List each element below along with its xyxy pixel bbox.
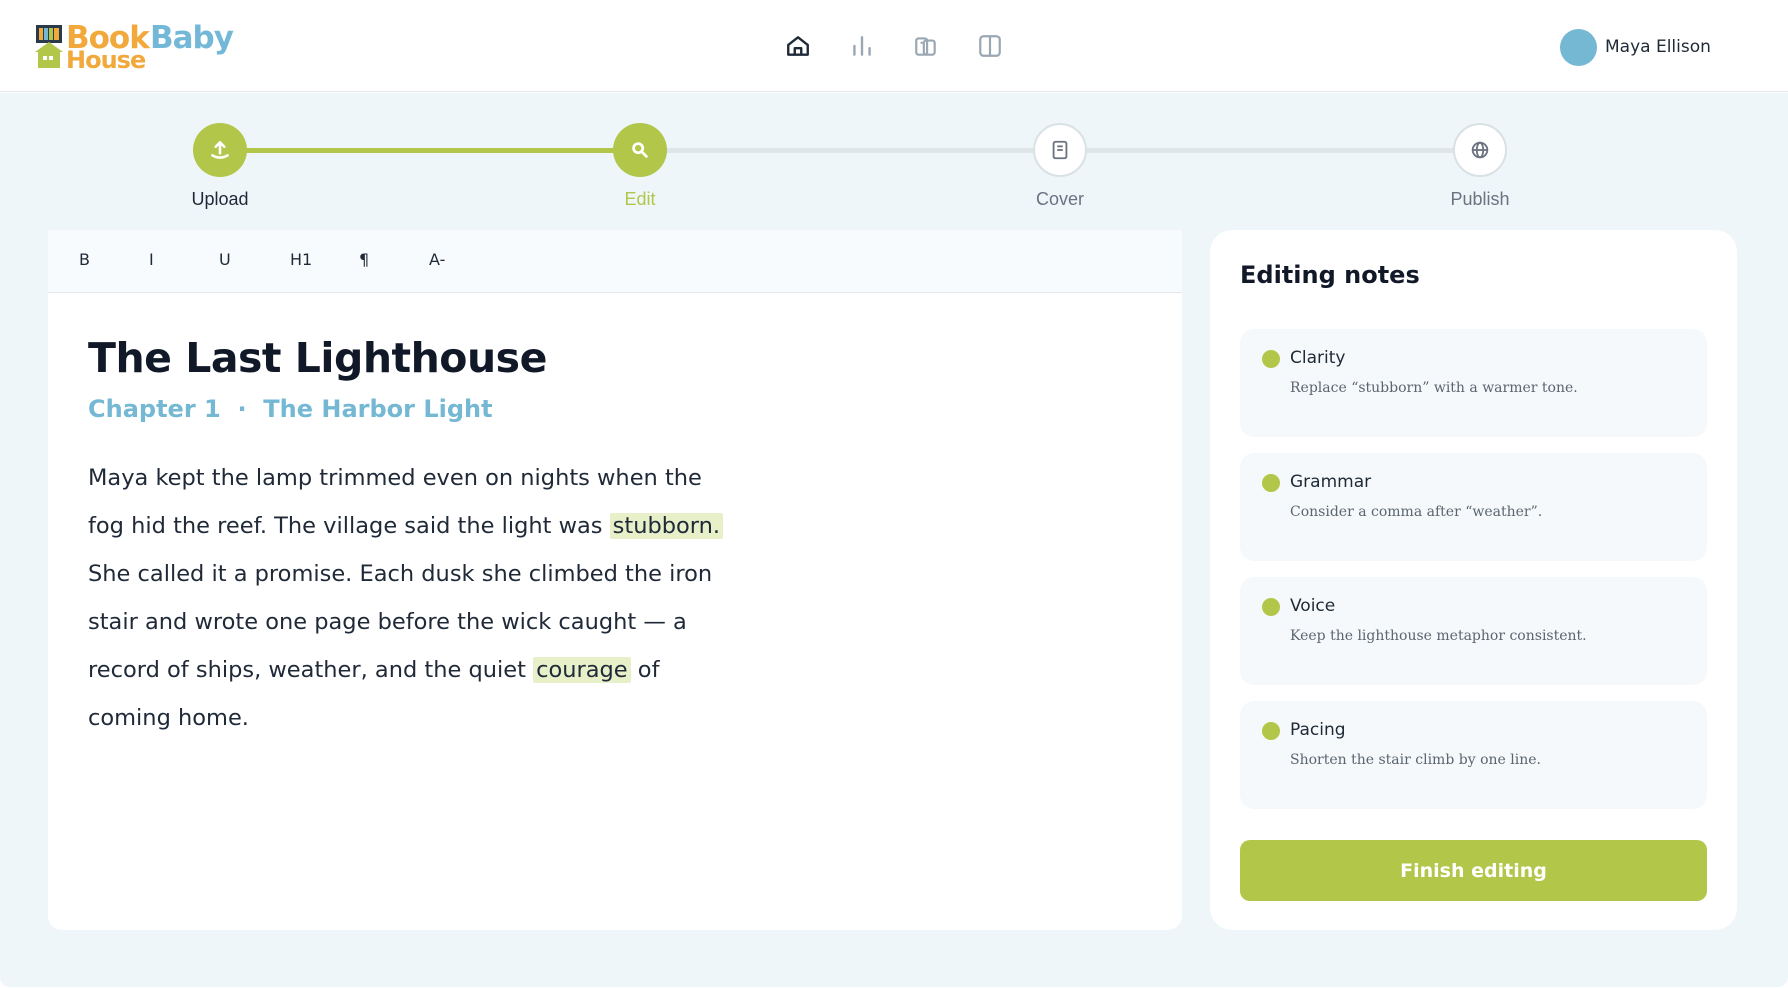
nav-library-button[interactable] xyxy=(908,28,944,64)
search-icon xyxy=(632,142,648,158)
note-status-dot xyxy=(1262,722,1280,740)
chapter-separator: · xyxy=(237,395,247,423)
logo-word-house: House xyxy=(66,46,146,74)
font-smaller-button[interactable]: A- xyxy=(429,250,445,269)
finish-editing-button[interactable]: Finish editing xyxy=(1240,840,1707,901)
main-nav xyxy=(780,28,1008,64)
heading-button[interactable]: H1 xyxy=(290,250,312,269)
note-text: Shorten the stair climb by one line. xyxy=(1290,752,1541,768)
note-category: Clarity xyxy=(1290,348,1346,368)
nav-home-button[interactable] xyxy=(780,28,816,64)
book-open-icon xyxy=(979,35,1001,57)
user-menu[interactable]: Maya Ellison xyxy=(1560,28,1711,66)
notes-title: Editing notes xyxy=(1240,261,1420,289)
app-header: Book Baby House Maya Ellison xyxy=(0,0,1788,92)
chapter-number: Chapter 1 xyxy=(88,395,221,423)
step-upload[interactable] xyxy=(193,123,247,177)
note-card-grammar[interactable]: Grammar Consider a comma after “weather”… xyxy=(1240,453,1707,561)
user-name: Maya Ellison xyxy=(1605,37,1711,57)
note-card-clarity[interactable]: Clarity Replace “stubborn” with a warmer… xyxy=(1240,329,1707,437)
chapter-name: The Harbor Light xyxy=(263,395,493,423)
note-card-voice[interactable]: Voice Keep the lighthouse metaphor consi… xyxy=(1240,577,1707,685)
home-icon xyxy=(787,36,809,56)
note-category: Grammar xyxy=(1290,472,1372,492)
editor-card: B I U H1 ¶ A- The Last Lighthouse Chapte… xyxy=(48,230,1182,930)
document-title[interactable]: The Last Lighthouse xyxy=(88,334,547,382)
logo-house-icon xyxy=(35,25,63,68)
chapter-heading[interactable]: Chapter 1 · The Harbor Light xyxy=(88,395,493,423)
step-label-publish: Publish xyxy=(1450,189,1510,209)
highlight-courage[interactable]: courage xyxy=(533,657,631,683)
step-cover[interactable] xyxy=(1033,123,1087,177)
step-edit[interactable] xyxy=(613,123,667,177)
note-text: Consider a comma after “weather”. xyxy=(1290,504,1543,520)
nav-stats-button[interactable] xyxy=(844,28,880,64)
stepper-track-complete xyxy=(220,148,640,153)
note-text: Replace “stubborn” with a warmer tone. xyxy=(1290,380,1578,396)
step-label-cover: Cover xyxy=(1035,189,1084,209)
bar-chart-icon xyxy=(853,36,871,56)
document-body[interactable]: Maya kept the lamp trimmed even on night… xyxy=(88,454,738,742)
logo-word-baby: Baby xyxy=(150,20,234,56)
step-label-edit: Edit xyxy=(624,189,656,209)
note-status-dot xyxy=(1262,598,1280,616)
document-icon xyxy=(1052,140,1068,160)
italic-button[interactable]: I xyxy=(149,250,154,269)
paragraph-button[interactable]: ¶ xyxy=(359,250,369,269)
note-status-dot xyxy=(1262,350,1280,368)
nav-reader-button[interactable] xyxy=(972,28,1008,64)
note-category: Voice xyxy=(1290,596,1336,616)
note-status-dot xyxy=(1262,474,1280,492)
note-card-pacing[interactable]: Pacing Shorten the stair climb by one li… xyxy=(1240,701,1707,809)
note-category: Pacing xyxy=(1290,720,1346,740)
format-toolbar: B I U H1 ¶ A- xyxy=(48,230,1182,293)
step-label-upload: Upload xyxy=(191,189,249,209)
highlight-stubborn[interactable]: stubborn. xyxy=(609,513,724,539)
avatar[interactable] xyxy=(1560,28,1597,66)
globe-icon xyxy=(1471,141,1489,159)
step-publish[interactable] xyxy=(1453,123,1507,177)
library-icon xyxy=(915,37,936,56)
underline-button[interactable]: U xyxy=(219,250,231,269)
bold-button[interactable]: B xyxy=(79,250,90,269)
note-text: Keep the lighthouse metaphor consistent. xyxy=(1290,628,1587,644)
upload-icon xyxy=(211,141,229,159)
app-logo[interactable]: Book Baby House xyxy=(34,20,274,74)
editing-notes-panel: Editing notes Clarity Replace “stubborn”… xyxy=(1210,230,1737,930)
